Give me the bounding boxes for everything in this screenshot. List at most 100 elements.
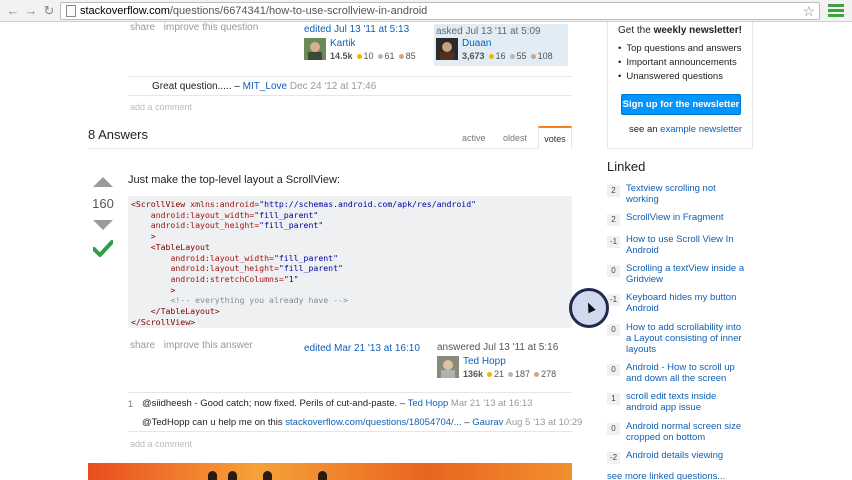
newsletter-feature: Top questions and answers [618,43,741,57]
answer-comment: @TedHopp can u help me on this stackover… [142,417,583,428]
share-answer-link[interactable]: share [130,340,155,351]
downvote-arrow-icon[interactable] [93,220,113,230]
linked-heading: Linked [607,159,646,174]
answer-comments: 1 @siidheesh - Good catch; now fixed. Pe… [128,392,582,432]
linked-question-link[interactable]: How to use Scroll View In Android [626,234,748,256]
forward-icon[interactable]: → [23,3,39,19]
newsletter-title: Get the weekly newsletter! [618,25,742,36]
answered-time: answered Jul 13 '11 at 5:16 [437,342,559,353]
code-line-11: </TableLayout> [150,306,220,317]
code-line-9: > [170,284,176,295]
linked-score: -2 [607,452,620,464]
code-line-12: </ScrollView> [131,316,196,327]
code-line-3: android:layout_height="fill_parent" [150,220,324,231]
linked-question-link[interactable]: Android - How to scroll up and down all … [626,362,748,384]
see-more-linked-link[interactable]: see more linked questions... [607,471,729,480]
question-post-menu: share improve this question [130,22,264,33]
accepted-checkmark-icon [93,240,113,257]
browser-toolbar: ← → ↻ stackoverflow.com/questions/667434… [0,0,852,22]
add-comment-link[interactable]: add a comment [130,439,192,449]
comment-user-link[interactable]: Ted Hopp [408,398,449,409]
user-reputation: 14.5k 10 61 85 [330,51,416,61]
newsletter-features: Top questions and answers Important anno… [618,43,741,85]
linked-score: -1 [607,236,620,248]
user-name-duaan[interactable]: Duaan [462,38,491,49]
user-name-ted-hopp[interactable]: Ted Hopp [463,356,506,367]
user-name-kartik[interactable]: Kartik [330,38,356,49]
reload-icon[interactable]: ↻ [41,3,57,19]
linked-score: 2 [607,185,620,197]
vote-count: 160 [92,196,114,211]
tab-votes[interactable]: votes [538,126,572,149]
linked-score: 0 [607,324,620,336]
linked-question-link[interactable]: Android details viewing [626,450,748,461]
address-bar[interactable]: stackoverflow.com/questions/6674341/how-… [60,2,820,20]
avatar-duaan[interactable] [436,38,458,60]
linked-question-link[interactable]: Android normal screen size cropped on bo… [626,421,748,443]
code-line-6: android:layout_width="fill_parent" [170,252,339,263]
code-line-10: <!-- everything you already have --> [170,295,348,306]
code-line-1: <ScrollView xmlns:android="http://schema… [131,199,477,209]
example-newsletter-link[interactable]: example newsletter [660,124,742,135]
newsletter-feature: Unanswered questions [618,71,741,85]
code-line-5: <TableLayout [150,241,210,252]
edited-time[interactable]: edited Jul 13 '11 at 5:13 [304,24,428,35]
comment-date: Mar 21 '13 at 16:13 [450,398,533,409]
linked-question-link[interactable]: scroll edit texts inside android app iss… [626,391,748,413]
linked-question-link[interactable]: Textview scrolling not working [626,183,748,205]
linked-score: 0 [607,364,620,376]
page-icon [66,5,76,17]
comment-user-link[interactable]: Gaurav [472,417,503,428]
code-block: <ScrollView xmlns:android="http://schema… [128,196,572,328]
question-owner-signature: asked Jul 13 '11 at 5:09 Duaan 3,673 16 55… [434,24,568,66]
question-comments: Great question..... – MIT_Love Dec 24 '1… [128,76,572,96]
comment-score: 1 [128,399,134,409]
asked-time: asked Jul 13 '11 at 5:09 [436,26,541,37]
linked-question-link[interactable]: How to add scrollability into a Layout c… [626,322,748,355]
answers-count-heading: 8 Answers [88,127,148,142]
answers-divider [88,148,572,149]
comment-user-link[interactable]: MIT_Love [243,81,287,92]
avatar-kartik[interactable] [304,38,326,60]
newsletter-example: see an example newsletter [629,124,743,135]
linked-score: 2 [607,214,620,226]
improve-question-link[interactable]: improve this question [164,22,259,33]
linked-question-link[interactable]: Scrolling a textView inside a Gridview [626,263,748,285]
improve-answer-link[interactable]: improve this answer [164,340,253,351]
tab-oldest[interactable]: oldest [503,133,527,143]
tab-active[interactable]: active [462,133,486,143]
share-question-link[interactable]: share [130,22,155,33]
advertisement-banner[interactable] [88,463,572,480]
linked-score: 0 [607,423,620,435]
add-comment-link[interactable]: add a comment [130,102,192,112]
newsletter-signup-button[interactable]: Sign up for the newsletter [621,94,741,115]
linked-score: 0 [607,265,620,277]
bookmark-star-icon[interactable]: ☆ [802,3,815,20]
user-reputation: 3,673 16 55 108 [462,51,553,61]
answer-edited-time[interactable]: edited Mar 21 '13 at 16:10 [304,343,420,354]
code-line-2: android:layout_width="fill_parent" [150,209,319,220]
linked-score: 1 [607,393,620,405]
browser-menu-icon[interactable] [828,4,844,18]
code-line-4: > [150,231,156,242]
avatar-ted-hopp[interactable] [437,356,459,378]
comment-date: Aug 5 '13 at 10:29 [505,417,583,428]
code-line-8: android:stretchColumns="1" [170,273,299,284]
code-line-7: android:layout_height="fill_parent" [170,263,343,274]
answer-comment: @siidheesh - Good catch; now fixed. Peri… [142,398,533,409]
question-editor-signature: edited Jul 13 '11 at 5:13 Kartik 14.5k 10… [304,24,428,66]
linked-question-link[interactable]: ScrollView in Fragment [626,212,748,223]
answer-owner-signature: answered Jul 13 '11 at 5:16 Ted Hopp 136… [437,342,571,384]
upvote-arrow-icon[interactable] [93,177,113,187]
newsletter-feature: Important announcements [618,57,741,71]
question-comment: Great question..... – MIT_Love Dec 24 '1… [152,81,377,92]
user-reputation: 136k 21 187 278 [463,369,557,379]
comment-inline-link[interactable]: stackoverflow.com/questions/18054704/... [285,417,461,428]
newsletter-box: Get the weekly newsletter! Top questions… [607,22,753,149]
linked-score: -1 [607,294,620,306]
comment-date: Dec 24 '12 at 17:46 [289,81,377,92]
answer-body-text: Just make the top-level layout a ScrollV… [128,174,340,186]
back-icon[interactable]: ← [5,3,21,19]
linked-question-link[interactable]: Keyboard hides my button Android [626,292,748,314]
answer-post-menu: share improve this answer [130,340,259,351]
